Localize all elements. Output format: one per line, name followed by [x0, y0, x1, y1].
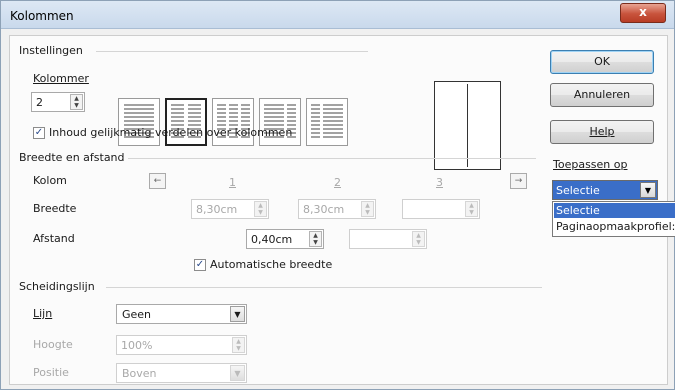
spin-arrows-icon[interactable]: ▲ ▼: [361, 201, 374, 217]
window-title: Kolommen: [10, 9, 74, 23]
spin-arrows-icon[interactable]: ▲ ▼: [309, 231, 322, 247]
auto-width-label: Automatische breedte: [210, 258, 333, 271]
spin-arrows-icon[interactable]: ▲ ▼: [412, 231, 425, 247]
apply-to-value: Selectie: [556, 184, 600, 197]
settings-divider: [96, 51, 368, 52]
page-preview: [434, 81, 501, 170]
spacing-field-2[interactable]: ▲ ▼: [349, 229, 427, 249]
spin-arrows-icon[interactable]: ▲ ▼: [70, 94, 83, 110]
arrow-right-icon: →: [514, 176, 523, 186]
column-label: Kolom: [33, 174, 67, 187]
help-button-label: Help: [589, 125, 615, 138]
width-field-2[interactable]: 8,30cm ▲ ▼: [298, 199, 376, 219]
preview-column-divider: [467, 84, 468, 167]
line-select[interactable]: Geen ▼: [116, 304, 247, 324]
line-label: Lijn: [33, 307, 53, 320]
height-value: 100%: [121, 339, 153, 352]
settings-section-label: Instellingen: [19, 44, 83, 57]
spacing-field-1[interactable]: 0,40cm ▲ ▼: [246, 229, 324, 249]
width-field-3[interactable]: ▲ ▼: [402, 199, 480, 219]
checkmark-icon: ✓: [195, 259, 205, 270]
close-button[interactable]: x: [620, 3, 666, 23]
columns-dialog: Kolommen x Instellingen Kolommer 2 ▲ ▼ ✓…: [0, 0, 675, 390]
columns-count-spinner[interactable]: 2 ▲ ▼: [31, 92, 85, 112]
columns-count-label: Kolommer: [33, 72, 89, 85]
layout-right-wide[interactable]: [306, 98, 348, 146]
width-value-1: 8,30cm: [196, 203, 238, 216]
width-value-2: 8,30cm: [303, 203, 345, 216]
auto-width-checkbox[interactable]: ✓: [194, 259, 206, 271]
width-spacing-divider: [128, 158, 536, 159]
distribute-checkbox[interactable]: ✓: [33, 127, 45, 139]
chevron-down-icon[interactable]: ▼: [230, 365, 245, 381]
columns-count-value: 2: [36, 96, 43, 109]
apply-to-label: Toepassen op: [553, 158, 628, 171]
height-field[interactable]: 100% ▲ ▼: [116, 335, 247, 355]
spacing-label: Afstand: [33, 232, 75, 245]
prev-column-button[interactable]: ←: [149, 173, 166, 189]
ok-button[interactable]: OK: [550, 50, 654, 74]
column-number-2: 2: [334, 176, 341, 189]
distribute-label: Inhoud gelijkmatig verdelen over kolomme…: [49, 126, 293, 139]
width-label: Breedte: [33, 202, 77, 215]
line-value: Geen: [122, 308, 152, 321]
right-wide-icon: [311, 104, 343, 138]
spacing-value-1: 0,40cm: [251, 233, 293, 246]
separator-divider: [106, 287, 542, 288]
spin-arrows-icon[interactable]: ▲ ▼: [254, 201, 267, 217]
position-select[interactable]: Boven ▼: [116, 363, 247, 383]
column-number-3: 3: [436, 176, 443, 189]
title-bar[interactable]: Kolommen x: [1, 1, 674, 29]
width-field-1[interactable]: 8,30cm ▲ ▼: [191, 199, 269, 219]
cancel-button[interactable]: Annuleren: [550, 83, 654, 107]
column-number-1: 1: [229, 176, 236, 189]
apply-to-dropdown-list: Selectie Paginaopmaakprofiel:Standaard: [552, 201, 675, 237]
checkmark-icon: ✓: [34, 127, 44, 138]
separator-section-label: Scheidingslijn: [19, 280, 95, 293]
position-value: Boven: [122, 367, 157, 380]
position-label: Positie: [33, 366, 69, 379]
chevron-down-icon[interactable]: ▼: [230, 306, 245, 322]
close-icon: x: [639, 5, 647, 19]
width-spacing-section-label: Breedte en afstand: [19, 151, 125, 164]
spin-arrows-icon[interactable]: ▲ ▼: [232, 337, 245, 353]
chevron-down-icon[interactable]: ▼: [640, 182, 656, 198]
apply-to-option-page-style[interactable]: Paginaopmaakprofiel:Standaard: [554, 219, 675, 234]
apply-to-option-selection[interactable]: Selectie: [554, 203, 675, 218]
spin-arrows-icon[interactable]: ▲ ▼: [465, 201, 478, 217]
next-column-button[interactable]: →: [510, 173, 527, 189]
height-label: Hoogte: [33, 338, 73, 351]
apply-to-select[interactable]: Selectie ▼: [552, 180, 658, 200]
arrow-left-icon: ←: [153, 176, 162, 186]
help-button[interactable]: Help: [550, 120, 654, 144]
